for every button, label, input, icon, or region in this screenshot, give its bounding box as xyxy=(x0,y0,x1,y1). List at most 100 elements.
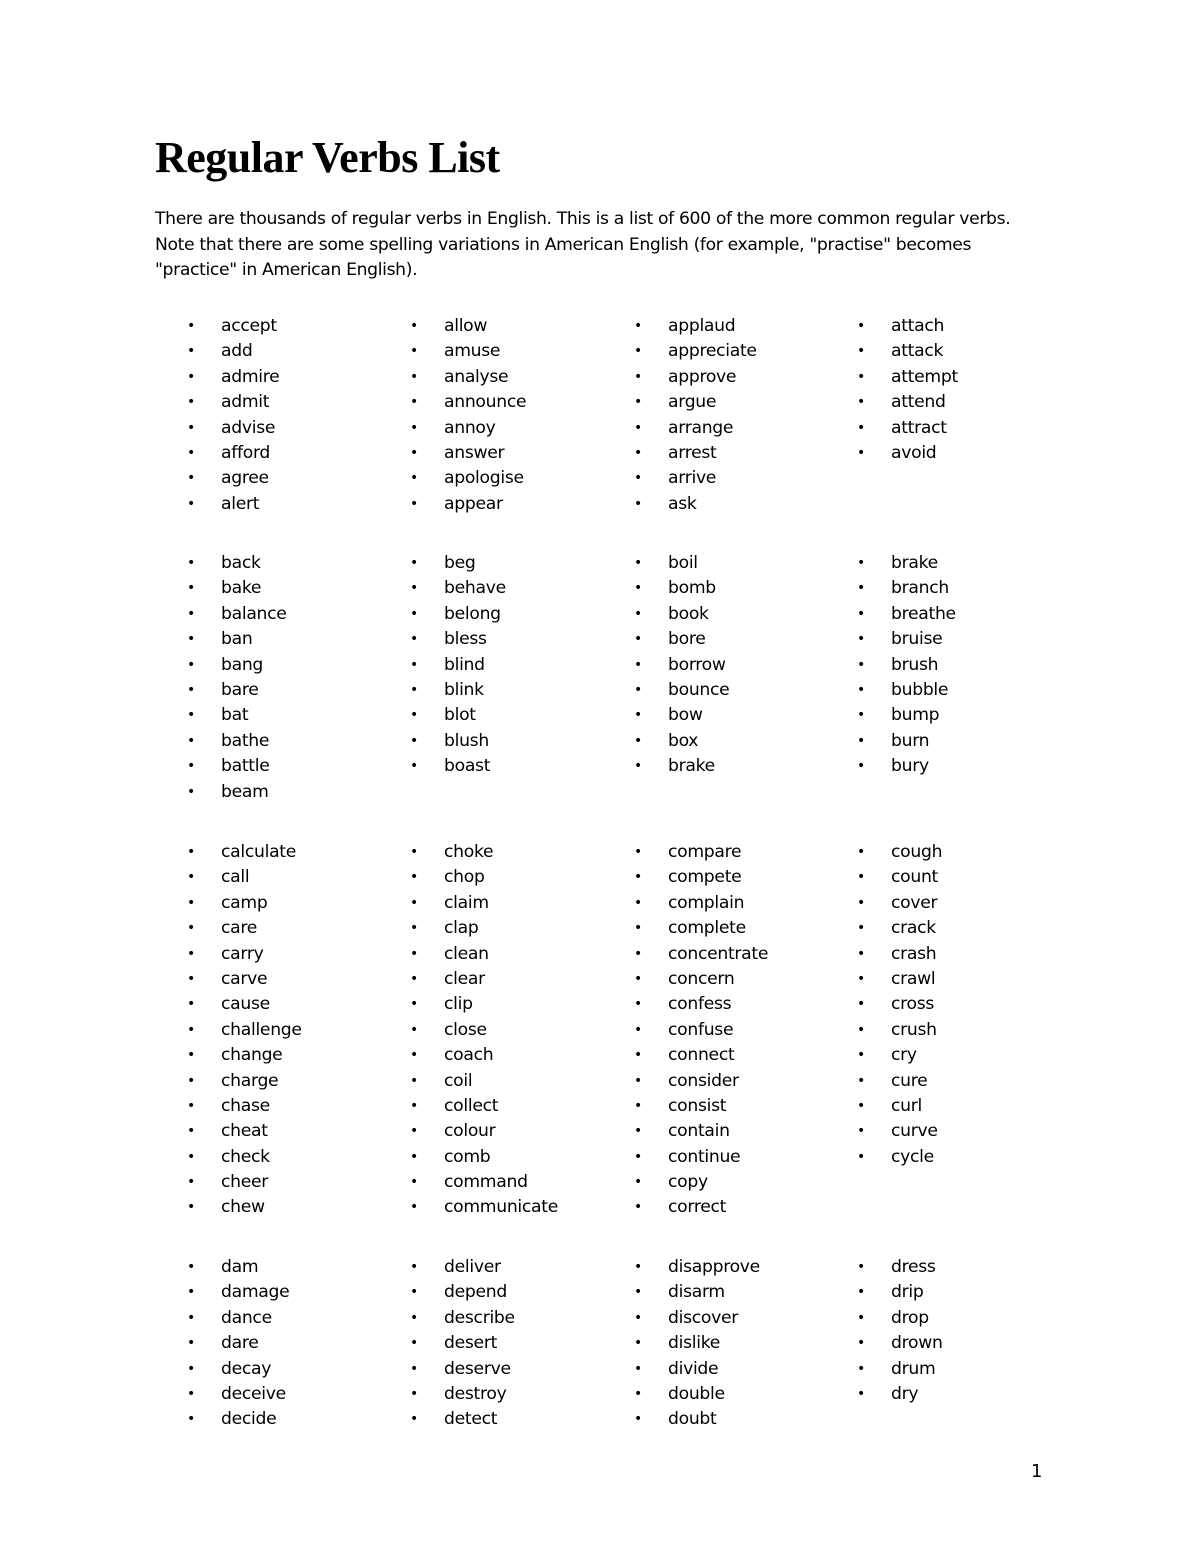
list-item: • close xyxy=(408,1018,631,1043)
verb-text: announce xyxy=(444,392,527,413)
bullet-icon: • xyxy=(410,555,418,571)
bullet-icon: • xyxy=(857,1335,865,1352)
list-item: • chew xyxy=(185,1195,408,1220)
verb-text: ask xyxy=(668,493,697,514)
bullet-icon: • xyxy=(634,1259,642,1275)
list-item: • arrange xyxy=(632,416,855,441)
bullet-icon: • xyxy=(857,1360,865,1377)
verb-text: advise xyxy=(221,417,276,438)
list-item: • curve xyxy=(855,1119,1078,1144)
list-item: • collect xyxy=(408,1094,631,1119)
verb-text: avoid xyxy=(891,442,937,463)
verb-text: afford xyxy=(221,442,271,463)
bullet-icon: • xyxy=(410,1072,418,1089)
verb-text: desert xyxy=(444,1333,498,1354)
list-item: • ban xyxy=(185,627,408,652)
verb-text: collect xyxy=(444,1095,499,1116)
verb-text: bubble xyxy=(891,679,949,700)
bullet-icon: • xyxy=(634,1148,642,1165)
verb-text: cough xyxy=(891,842,943,862)
list-item: • concern xyxy=(632,967,855,992)
verb-text: comb xyxy=(444,1146,491,1167)
bullet-icon: • xyxy=(410,605,418,622)
bullet-icon: • xyxy=(634,1385,642,1402)
verb-text: boast xyxy=(444,756,491,777)
verb-text: choke xyxy=(444,842,494,862)
bullet-icon: • xyxy=(857,318,865,334)
bullet-icon: • xyxy=(410,343,418,360)
bullet-icon: • xyxy=(857,970,865,987)
verb-text: command xyxy=(444,1172,528,1193)
list-item: • announce xyxy=(408,390,631,415)
list-item: • clear xyxy=(408,967,631,992)
list-item: • battle xyxy=(185,754,408,779)
verb-text: drum xyxy=(891,1358,936,1379)
list-item: • blush xyxy=(408,729,631,754)
list-item: • bruise xyxy=(855,627,1078,652)
verb-text: cheat xyxy=(221,1121,268,1142)
verb-text: branch xyxy=(891,578,949,599)
bullet-icon: • xyxy=(187,844,195,860)
list-item: • admit xyxy=(185,390,408,415)
verb-text: bow xyxy=(668,705,703,726)
verb-text: agree xyxy=(221,468,269,489)
verb-text: curve xyxy=(891,1121,938,1142)
bullet-icon: • xyxy=(857,1284,865,1301)
verb-text: blind xyxy=(444,654,485,675)
verb-text: breathe xyxy=(891,603,956,624)
verb-column: • dam • damage • dance • dare • decay • deceive • dec… xyxy=(185,1255,408,1433)
bullet-icon: • xyxy=(857,1309,865,1326)
list-item: • complete xyxy=(632,916,855,941)
list-item: • compete xyxy=(632,865,855,890)
verb-text: allow xyxy=(444,316,488,336)
bullet-icon: • xyxy=(187,945,195,962)
list-item: • attend xyxy=(855,390,1078,415)
list-item: • dance xyxy=(185,1306,408,1331)
list-item: • cough xyxy=(855,840,1078,865)
verb-column: • applaud • appreciate • approve • argue • arrang… xyxy=(632,314,855,517)
verb-text: drop xyxy=(891,1307,929,1328)
list-item: • book xyxy=(632,602,855,627)
verb-text: colour xyxy=(444,1121,496,1142)
bullet-icon: • xyxy=(410,869,418,886)
list-item: • check xyxy=(185,1145,408,1170)
bullet-icon: • xyxy=(857,631,865,648)
verb-text: deserve xyxy=(444,1358,511,1379)
list-item: • avoid xyxy=(855,441,1078,466)
bullet-icon: • xyxy=(187,343,195,360)
list-item: • dare xyxy=(185,1331,408,1356)
list-item: • clean xyxy=(408,942,631,967)
list-item: • curl xyxy=(855,1094,1078,1119)
list-item: • choke xyxy=(408,840,631,865)
verb-text: cause xyxy=(221,994,270,1015)
verb-text: attach xyxy=(891,316,945,336)
bullet-icon: • xyxy=(187,1047,195,1064)
bullet-icon: • xyxy=(634,1021,642,1038)
verb-text: attempt xyxy=(891,366,958,387)
list-item: • desert xyxy=(408,1331,631,1356)
bullet-icon: • xyxy=(857,343,865,360)
verb-text: calculate xyxy=(221,842,297,862)
bullet-icon: • xyxy=(634,1309,642,1326)
list-item: • cover xyxy=(855,891,1078,916)
verb-column: • dress • drip • drop • drown • drum • dry xyxy=(855,1255,1078,1407)
verb-text: borrow xyxy=(668,654,726,675)
verb-column: • choke • chop • claim • clap • clean • clear • clip •… xyxy=(408,840,631,1221)
verb-text: brush xyxy=(891,654,939,675)
bullet-icon: • xyxy=(857,580,865,597)
bullet-icon: • xyxy=(187,394,195,411)
bullet-icon: • xyxy=(857,394,865,411)
list-item: • bubble xyxy=(855,678,1078,703)
list-item: • borrow xyxy=(632,653,855,678)
verb-text: clip xyxy=(444,994,473,1015)
verb-text: amuse xyxy=(444,341,501,362)
verb-text: attend xyxy=(891,392,946,413)
bullet-icon: • xyxy=(410,996,418,1013)
list-item: • command xyxy=(408,1170,631,1195)
list-item: • camp xyxy=(185,891,408,916)
list-item: • crush xyxy=(855,1018,1078,1043)
bullet-icon: • xyxy=(187,1309,195,1326)
verb-column: • compare • compete • complain • complete • conce… xyxy=(632,840,855,1221)
bullet-icon: • xyxy=(410,1097,418,1114)
bullet-icon: • xyxy=(410,920,418,937)
